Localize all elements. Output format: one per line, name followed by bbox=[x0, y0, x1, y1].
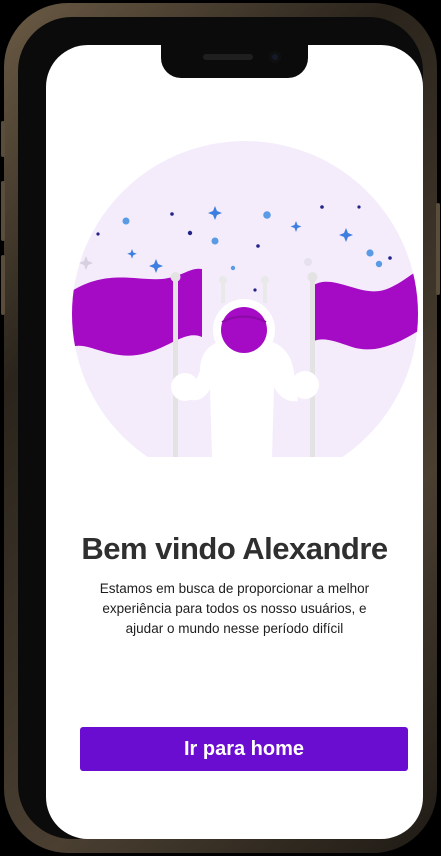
volume-down-button bbox=[1, 255, 5, 315]
welcome-title: Bem vindo Alexandre bbox=[81, 531, 388, 566]
app-screen: Bem vindo Alexandre Estamos em busca de … bbox=[46, 45, 423, 839]
go-home-button[interactable]: Ir para home bbox=[80, 727, 408, 771]
left-flag-pole bbox=[173, 279, 178, 457]
phone-frame: Bem vindo Alexandre Estamos em busca de … bbox=[1, 3, 440, 853]
welcome-subtitle: Estamos em busca de proporcionar a melho… bbox=[99, 581, 370, 636]
speaker-grille bbox=[203, 54, 253, 60]
front-camera-icon bbox=[269, 51, 281, 63]
power-button bbox=[436, 203, 440, 295]
phone-bezel: Bem vindo Alexandre Estamos em busca de … bbox=[18, 17, 423, 839]
helmet-visor bbox=[221, 307, 267, 353]
right-flag-pole bbox=[310, 279, 315, 457]
notch bbox=[161, 45, 308, 78]
astronaut-illustration bbox=[72, 141, 418, 457]
volume-up-button bbox=[1, 181, 5, 241]
mute-switch bbox=[1, 121, 5, 157]
